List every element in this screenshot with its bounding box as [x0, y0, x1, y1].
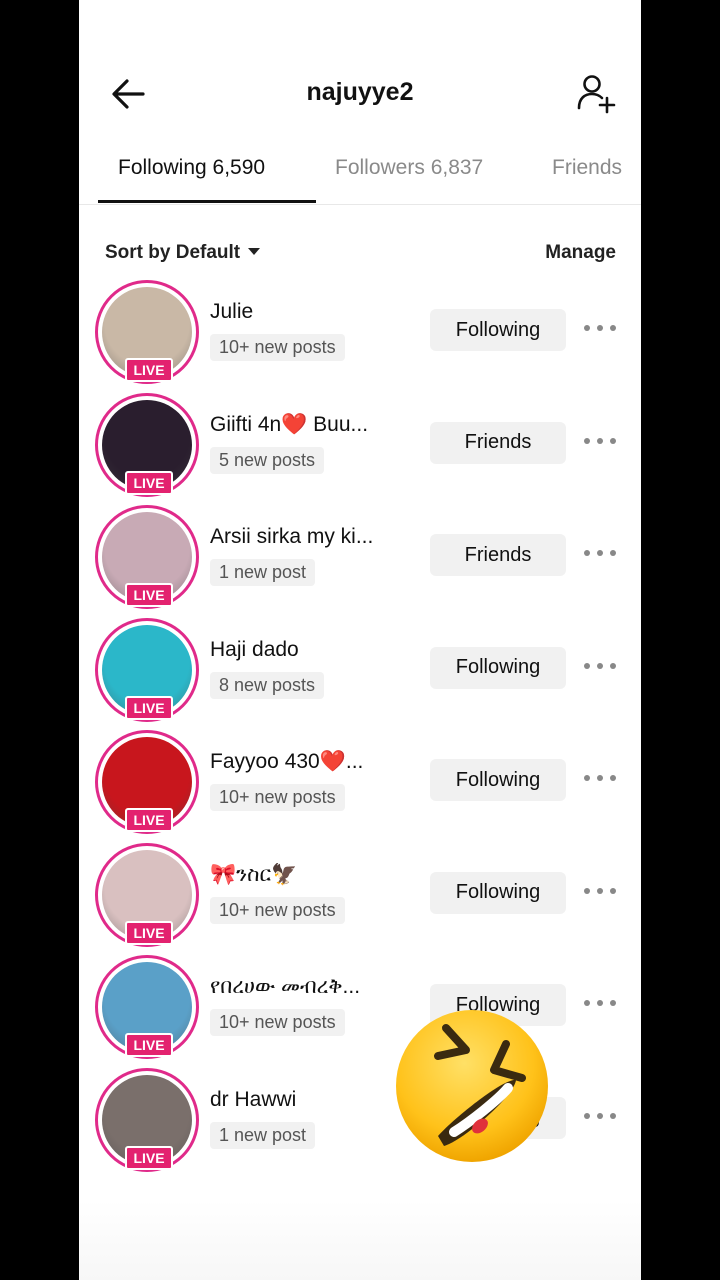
user-row[interactable]: LIVE Arsii sirka my ki... 1 new post Fri… — [79, 505, 641, 618]
more-options-icon[interactable] — [584, 991, 618, 1015]
live-badge: LIVE — [125, 470, 173, 495]
new-posts-label: 10+ new posts — [210, 1009, 345, 1036]
new-posts-label: 1 new post — [210, 559, 316, 586]
avatar[interactable]: LIVE — [95, 1067, 199, 1172]
live-badge: LIVE — [125, 1033, 173, 1057]
user-name[interactable]: Arsii sirka my ki... — [210, 525, 410, 549]
sort-dropdown[interactable]: Sort by Default — [105, 242, 261, 264]
follow-status-button[interactable]: Following — [430, 984, 566, 1026]
header: najuyye2 — [79, 60, 641, 130]
live-badge: LIVE — [125, 920, 173, 945]
user-name[interactable]: Fayyoo 430❤️... — [210, 750, 410, 774]
manage-button[interactable]: Manage — [545, 242, 616, 264]
user-name[interactable]: 🎀ንስር🦅 — [210, 863, 410, 887]
more-options-icon[interactable] — [584, 654, 618, 678]
avatar[interactable]: LIVE — [95, 842, 199, 947]
tab-followers[interactable]: Followers 6,837 — [335, 156, 483, 180]
avatar[interactable]: LIVE — [95, 955, 199, 1059]
more-options-icon[interactable] — [584, 1104, 618, 1128]
user-row[interactable]: LIVE የበረሀው መብረቅ... 10+ new posts Followi… — [79, 955, 641, 1068]
more-options-icon[interactable] — [584, 879, 618, 903]
new-posts-label: 1 new post — [210, 1121, 316, 1149]
new-posts-label: 10+ new posts — [210, 784, 345, 811]
user-name[interactable]: የበረሀው መብረቅ... — [210, 975, 410, 999]
follow-status-button[interactable]: Friends — [430, 534, 566, 576]
avatar[interactable]: LIVE — [95, 730, 199, 834]
sort-bar: Sort by Default Manage — [79, 230, 641, 278]
user-row[interactable]: LIVE 🎀ንስር🦅 10+ new posts Following — [79, 842, 641, 956]
phone-screen: najuyye2 Following 6,590 Followers 6,837… — [79, 0, 641, 1280]
active-tab-indicator — [98, 200, 316, 203]
live-badge: LIVE — [125, 358, 173, 382]
live-badge: LIVE — [125, 808, 173, 832]
avatar[interactable]: LIVE — [95, 505, 199, 609]
follow-status-button[interactable]: Following — [430, 759, 566, 801]
tab-bar: Following 6,590 Followers 6,837 Friends — [79, 140, 641, 205]
user-name[interactable]: Julie — [210, 300, 410, 324]
follow-status-button[interactable]: Following — [430, 871, 566, 914]
user-name[interactable]: dr Hawwi — [210, 1088, 410, 1112]
tab-friends[interactable]: Friends — [552, 156, 622, 180]
user-name[interactable]: Giifti 4n❤️ Buu... — [210, 413, 410, 437]
more-options-icon[interactable] — [584, 429, 618, 453]
live-badge: LIVE — [125, 583, 173, 607]
bottom-fade — [79, 1200, 641, 1280]
follow-status-button[interactable]: Friends — [430, 421, 566, 464]
follow-status-button[interactable]: Following — [430, 309, 566, 351]
new-posts-label: 5 new posts — [210, 446, 325, 474]
new-posts-label: 8 new posts — [210, 671, 325, 699]
more-options-icon[interactable] — [584, 766, 618, 790]
user-row[interactable]: LIVE Fayyoo 430❤️... 10+ new posts Follo… — [79, 730, 641, 843]
more-options-icon[interactable] — [584, 541, 618, 565]
avatar[interactable]: LIVE — [95, 392, 199, 497]
sort-label: Sort by Default — [105, 242, 241, 263]
live-badge: LIVE — [125, 695, 173, 720]
user-row[interactable]: LIVE Giifti 4n❤️ Buu... 5 new posts Frie… — [79, 392, 641, 506]
follow-status-button[interactable]: Following — [430, 1096, 566, 1139]
avatar[interactable]: LIVE — [95, 280, 199, 384]
following-list: LIVE Julie 10+ new posts Following LIVE … — [79, 280, 641, 1180]
avatar[interactable]: LIVE — [95, 617, 199, 722]
user-row[interactable]: LIVE Haji dado 8 new posts Following — [79, 617, 641, 731]
user-row[interactable]: LIVE Julie 10+ new posts Following — [79, 280, 641, 393]
new-posts-label: 10+ new posts — [210, 334, 345, 361]
tab-following[interactable]: Following 6,590 — [118, 156, 265, 180]
caret-down-icon — [248, 248, 261, 255]
page-title: najuyye2 — [306, 78, 414, 106]
live-badge: LIVE — [125, 1145, 173, 1170]
more-options-icon[interactable] — [584, 316, 618, 340]
user-name[interactable]: Haji dado — [210, 638, 410, 662]
user-row[interactable]: LIVE dr Hawwi 1 new post Following — [79, 1067, 641, 1181]
follow-status-button[interactable]: Following — [430, 646, 566, 689]
new-posts-label: 10+ new posts — [210, 896, 345, 924]
add-user-icon[interactable] — [575, 72, 619, 116]
